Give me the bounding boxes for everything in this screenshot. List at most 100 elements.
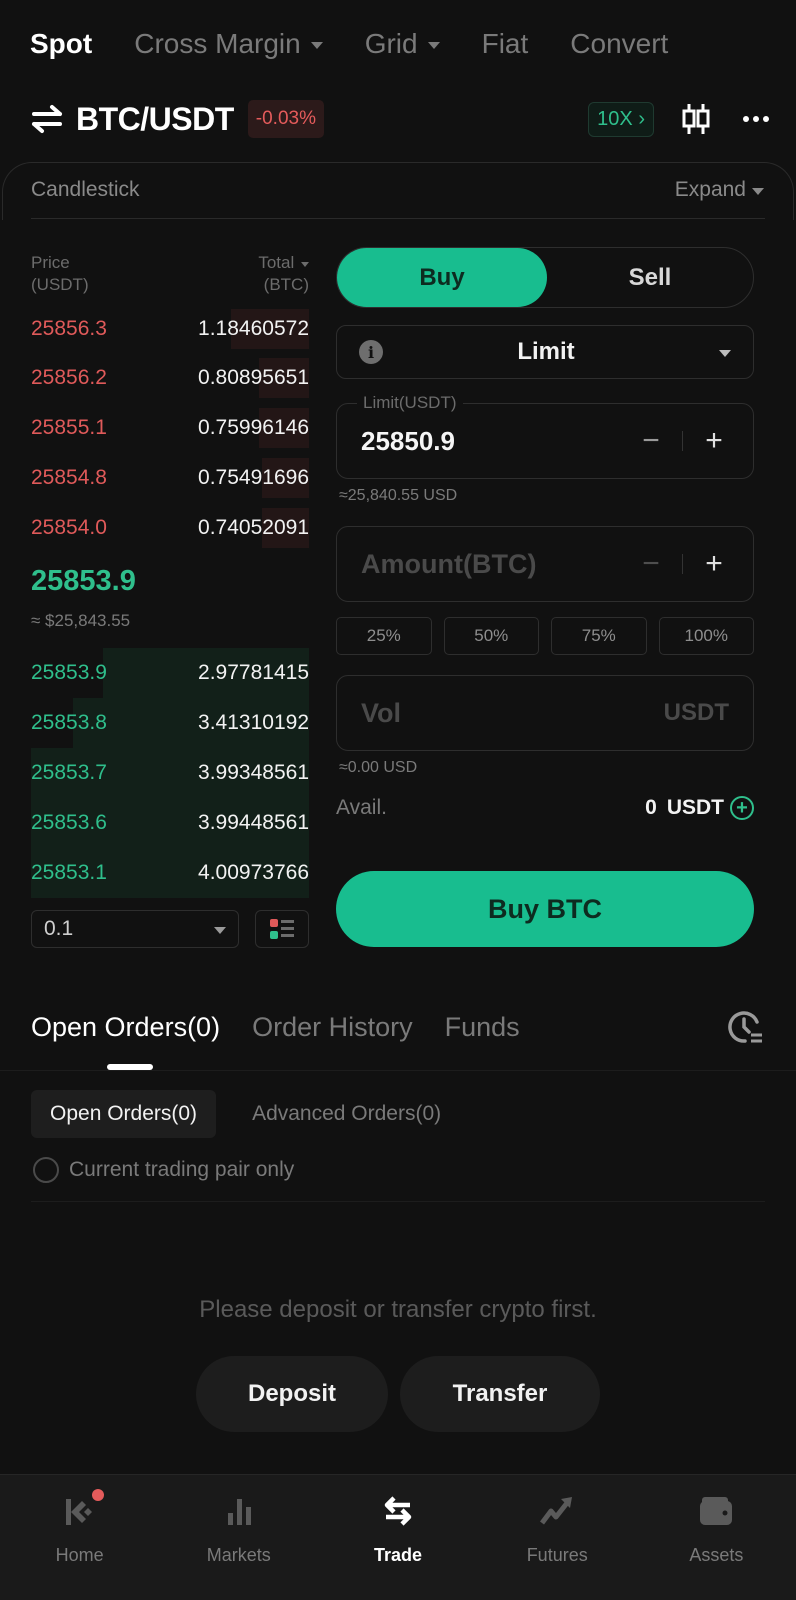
precision-value: 0.1 <box>44 917 74 940</box>
amount-field[interactable]: Amount(BTC) − + <box>336 526 754 602</box>
nav-label: Assets <box>689 1545 744 1565</box>
tab-open-orders[interactable]: Open Orders(0) <box>31 1012 220 1043</box>
history-icon[interactable] <box>727 1008 765 1046</box>
bid-total: 3.41310192 <box>198 711 309 734</box>
notification-dot <box>91 1489 104 1501</box>
bid-price: 25853.6 <box>31 811 107 834</box>
order-type-select[interactable]: i Limit <box>336 325 754 379</box>
chevron-right-icon: › <box>638 107 645 130</box>
bid-row[interactable]: 25853.8 3.41310192 <box>31 698 309 748</box>
ask-price: 25856.3 <box>31 317 107 340</box>
tab-convert[interactable]: Convert <box>570 28 668 60</box>
buy-tab[interactable]: Buy <box>337 248 547 307</box>
percent-25-button[interactable]: 25% <box>336 617 432 655</box>
stepper-divider <box>682 431 683 451</box>
more-icon[interactable] <box>742 115 770 123</box>
divider <box>31 218 765 219</box>
subtab-advanced-orders[interactable]: Advanced Orders(0) <box>233 1090 460 1138</box>
tab-label: Grid <box>364 28 418 59</box>
ask-total: 1.18460572 <box>198 317 309 340</box>
limit-price-field[interactable]: Limit(USDT) 25850.9 − + <box>336 393 754 479</box>
ask-row[interactable]: 25856.3 1.18460572 <box>31 309 309 349</box>
buy-btc-button[interactable]: Buy BTC <box>336 871 754 947</box>
nav-label: Home <box>55 1545 104 1565</box>
limit-price-stepper: − + <box>636 426 729 456</box>
increment-button[interactable]: + <box>699 426 729 456</box>
current-pair-only-label: Current trading pair only <box>69 1158 295 1181</box>
swap-icon[interactable] <box>30 104 64 134</box>
vol-placeholder[interactable]: Vol <box>361 698 664 729</box>
info-icon[interactable]: i <box>359 340 383 364</box>
last-price[interactable]: 25853.9 <box>31 565 136 598</box>
pair-name[interactable]: BTC/USDT <box>76 101 234 138</box>
leverage-button[interactable]: 10X › <box>588 101 654 137</box>
vol-field[interactable]: Vol USDT <box>336 675 754 751</box>
bid-total: 3.99448561 <box>198 811 309 834</box>
bid-row[interactable]: 25853.1 4.00973766 <box>31 848 309 898</box>
percent-75-button[interactable]: 75% <box>551 617 647 655</box>
tab-spot[interactable]: Spot <box>30 28 92 60</box>
stepper-divider <box>682 554 683 574</box>
price-header-label: Price <box>31 253 70 272</box>
tab-fiat[interactable]: Fiat <box>482 28 529 60</box>
ask-total: 0.75491696 <box>198 466 309 489</box>
limit-price-value[interactable]: 25850.9 <box>361 426 636 457</box>
tab-label: Convert <box>570 28 669 59</box>
ask-price: 25855.1 <box>31 416 107 439</box>
deposit-button[interactable]: Deposit <box>196 1356 388 1432</box>
last-price-usd: ≈ $25,843.55 <box>31 611 131 630</box>
tab-cross-margin[interactable]: Cross Margin <box>134 28 323 60</box>
nav-markets[interactable]: Markets <box>159 1475 318 1600</box>
orderbook-layout-button[interactable] <box>255 910 309 948</box>
radio-unchecked-icon[interactable] <box>33 1157 59 1183</box>
buy-sell-toggle: Buy Sell <box>336 247 754 308</box>
ask-total: 0.74052091 <box>198 516 309 539</box>
price-header-unit: (USDT) <box>31 275 89 294</box>
precision-select[interactable]: 0.1 <box>31 910 239 948</box>
add-funds-icon[interactable]: + <box>730 796 754 820</box>
transfer-button[interactable]: Transfer <box>400 1356 600 1432</box>
bid-price: 25853.8 <box>31 711 107 734</box>
bid-row[interactable]: 25853.6 3.99448561 <box>31 798 309 848</box>
limit-price-approx: ≈25,840.55 USD <box>339 487 458 504</box>
ask-total: 0.75996146 <box>198 416 309 439</box>
ask-price: 25854.0 <box>31 516 107 539</box>
bid-row[interactable]: 25853.7 3.99348561 <box>31 748 309 798</box>
candlestick-label: Candlestick <box>31 178 140 201</box>
caret-down-icon <box>214 926 226 934</box>
tab-grid[interactable]: Grid <box>365 28 440 60</box>
amount-placeholder[interactable]: Amount(BTC) <box>361 549 636 580</box>
nav-assets[interactable]: Assets <box>637 1475 796 1600</box>
avail-label: Avail. <box>336 796 387 819</box>
nav-home[interactable]: Home <box>0 1475 159 1600</box>
ask-row[interactable]: 25855.1 0.75996146 <box>31 408 309 448</box>
bid-total: 4.00973766 <box>198 861 309 884</box>
order-type-label: Limit <box>517 338 575 365</box>
expand-button[interactable]: Expand <box>675 178 764 202</box>
tab-funds[interactable]: Funds <box>445 1012 520 1043</box>
current-pair-only-toggle[interactable]: Current trading pair only <box>33 1157 294 1183</box>
subtab-open-orders[interactable]: Open Orders(0) <box>31 1090 217 1138</box>
increment-button[interactable]: + <box>699 549 729 579</box>
bid-row[interactable]: 25853.9 2.97781415 <box>31 648 309 698</box>
price-column-header: Price (USDT) <box>31 252 89 296</box>
percent-50-button[interactable]: 50% <box>443 617 539 655</box>
sell-tab[interactable]: Sell <box>547 248 753 307</box>
nav-trade[interactable]: Trade <box>318 1475 477 1600</box>
decrement-button[interactable]: − <box>636 549 666 579</box>
ask-row[interactable]: 25856.2 0.80895651 <box>31 358 309 398</box>
ask-row[interactable]: 25854.0 0.74052091 <box>31 508 309 548</box>
percent-100-button[interactable]: 100% <box>658 617 754 655</box>
total-column-header[interactable]: Total (BTC) <box>258 252 309 296</box>
tab-order-history[interactable]: Order History <box>252 1012 413 1043</box>
empty-state-actions: Deposit Transfer <box>0 1356 796 1432</box>
pair-header: BTC/USDT -0.03% 10X › <box>30 97 770 141</box>
candlestick-chart-icon[interactable] <box>680 102 712 136</box>
nav-futures[interactable]: Futures <box>478 1475 637 1600</box>
tab-label: Fiat <box>481 28 529 59</box>
orders-sub-tabs: Open Orders(0) Advanced Orders(0) <box>31 1090 477 1138</box>
amount-stepper: − + <box>636 549 729 579</box>
total-header-label: Total <box>258 253 295 272</box>
ask-row[interactable]: 25854.8 0.75491696 <box>31 458 309 498</box>
decrement-button[interactable]: − <box>636 426 666 456</box>
